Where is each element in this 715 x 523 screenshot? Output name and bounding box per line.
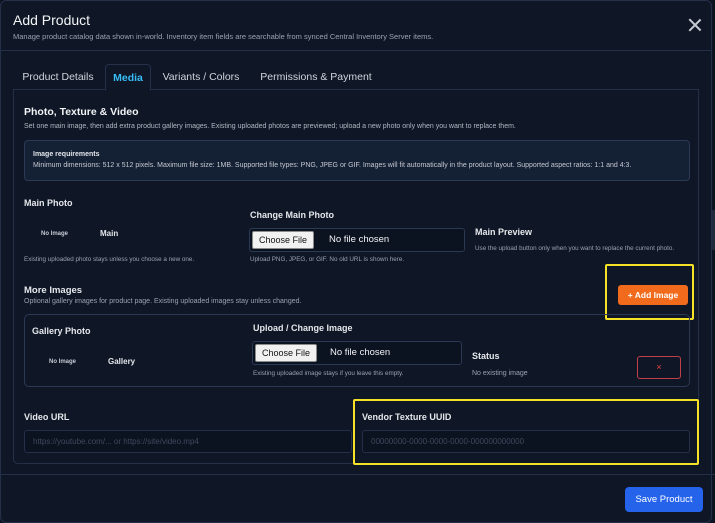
video-url-placeholder: https://youtube.com/... or https://site/… <box>33 437 199 446</box>
status-label: Status <box>472 351 500 361</box>
video-url-label: Video URL <box>24 412 70 422</box>
main-photo-file-input[interactable]: Choose File No file chosen <box>249 228 465 252</box>
section-description: Set one main image, then add extra produ… <box>24 123 516 130</box>
remove-gallery-button[interactable]: × <box>637 356 681 379</box>
main-photo-label: Main Photo <box>24 198 73 208</box>
requirements-text: Minimum dimensions: 512 x 512 pixels. Ma… <box>33 162 632 169</box>
main-no-image-placeholder: No Image <box>41 231 69 237</box>
more-images-title: More Images <box>24 285 83 296</box>
modal-title: Add Product <box>13 12 91 28</box>
tab-variants-colors[interactable]: Variants / Colors <box>155 64 247 90</box>
save-product-button[interactable]: Save Product <box>625 487 703 512</box>
status-value: No existing image <box>472 370 528 377</box>
gallery-file-status: No file chosen <box>330 347 391 358</box>
gallery-help: Existing uploaded image stays if you lea… <box>253 370 404 377</box>
requirements-title: Image requirements <box>33 151 100 158</box>
change-main-photo-label: Change Main Photo <box>250 210 334 220</box>
image-requirements-box: Image requirements Minimum dimensions: 5… <box>24 140 690 181</box>
gallery-no-image-placeholder: No Image <box>49 359 77 365</box>
tab-bar: Product Details Media Variants / Colors … <box>13 64 699 91</box>
tab-permissions-payment[interactable]: Permissions & Payment <box>253 64 379 90</box>
change-main-help: Upload PNG, JPEG, or GIF. No old URL is … <box>250 256 405 263</box>
modal-footer <box>0 474 715 523</box>
tab-media[interactable]: Media <box>105 64 151 91</box>
upload-change-image-label: Upload / Change Image <box>253 323 353 333</box>
more-images-desc: Optional gallery images for product page… <box>24 298 302 305</box>
modal-header: Add Product Manage product catalog data … <box>1 1 711 51</box>
tab-product-details[interactable]: Product Details <box>13 64 103 90</box>
highlight-vendor-texture <box>353 399 699 465</box>
gallery-choose-file-button[interactable]: Choose File <box>255 344 318 362</box>
gallery-tag: Gallery <box>108 357 136 366</box>
file-status: No file chosen <box>329 234 390 245</box>
gallery-file-input[interactable]: Choose File No file chosen <box>252 341 462 365</box>
main-preview-help: Use the upload button only when you want… <box>475 245 675 252</box>
close-icon[interactable] <box>688 18 702 32</box>
choose-file-button[interactable]: Choose File <box>252 231 315 249</box>
main-preview-label: Main Preview <box>475 227 533 237</box>
main-photo-help: Existing uploaded photo stays unless you… <box>24 256 195 263</box>
section-title: Photo, Texture & Video <box>24 106 139 118</box>
highlight-add-image <box>605 264 694 320</box>
modal-subtitle: Manage product catalog data shown in-wor… <box>13 32 434 41</box>
main-tag: Main <box>100 229 119 238</box>
video-url-input[interactable]: https://youtube.com/... or https://site/… <box>24 430 352 453</box>
gallery-photo-label: Gallery Photo <box>32 326 91 336</box>
